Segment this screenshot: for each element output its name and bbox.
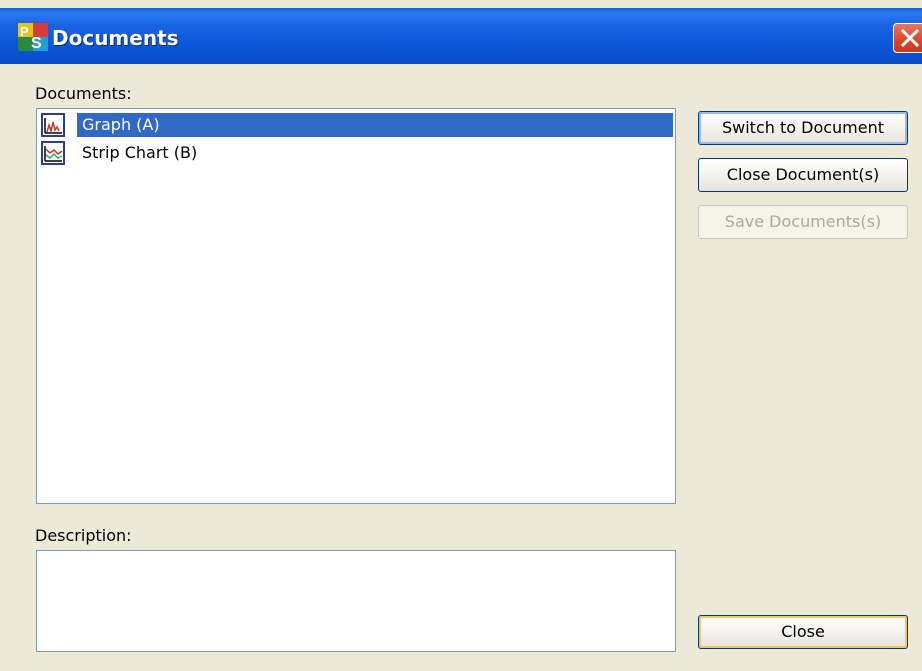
- list-item-label: Strip Chart (B): [82, 143, 198, 162]
- save-documents-button[interactable]: Save Documents(s): [698, 205, 908, 239]
- switch-to-document-button[interactable]: Switch to Document: [698, 111, 908, 145]
- description-box[interactable]: [36, 550, 676, 652]
- close-button[interactable]: Close: [698, 615, 908, 649]
- svg-text:S: S: [31, 35, 42, 51]
- strip-chart-document-icon: [41, 141, 65, 165]
- svg-text:P: P: [20, 24, 29, 39]
- close-window-button[interactable]: [893, 23, 922, 53]
- description-label: Description:: [35, 526, 132, 545]
- documents-dialog: P S Documents Documents: Graph (A) Strip…: [0, 0, 922, 671]
- title-bar[interactable]: P S Documents: [0, 8, 922, 64]
- selection-highlight: [77, 113, 673, 137]
- documents-list[interactable]: Graph (A) Strip Chart (B): [36, 108, 676, 504]
- list-item-label: Graph (A): [82, 115, 160, 134]
- list-item-graph-a[interactable]: Graph (A): [39, 112, 673, 138]
- graph-document-icon: [41, 113, 65, 137]
- window-title: Documents: [52, 26, 179, 50]
- close-documents-button[interactable]: Close Document(s): [698, 158, 908, 192]
- close-icon: [900, 29, 920, 47]
- ps-app-icon: P S: [18, 23, 48, 51]
- documents-label: Documents:: [35, 84, 132, 103]
- list-item-strip-chart-b[interactable]: Strip Chart (B): [39, 140, 673, 166]
